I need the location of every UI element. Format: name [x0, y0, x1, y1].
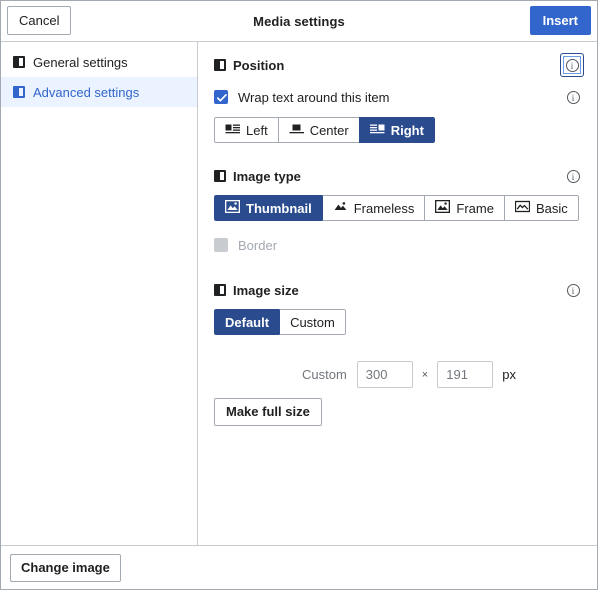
image-type-section-header: Image type i [214, 165, 583, 187]
advanced-settings-panel: Position i Wrap text around this item i [198, 42, 597, 545]
change-image-button[interactable]: Change image [10, 553, 121, 582]
image-size-icon [214, 284, 226, 296]
dialog-body: General settings Advanced settings Posit… [1, 42, 597, 546]
media-settings-dialog: Cancel Media settings Insert General set… [0, 0, 598, 590]
image-size-section: Image size i Default Custom Custom 300 ×… [214, 279, 583, 426]
image-type-option-thumbnail[interactable]: Thumbnail [214, 195, 322, 221]
image-type-info-icon[interactable]: i [563, 166, 583, 186]
image-size-info-icon[interactable]: i [563, 280, 583, 300]
dialog-titlebar: Cancel Media settings Insert [1, 1, 597, 42]
position-option-label: Center [309, 122, 349, 138]
image-size-section-header: Image size i [214, 279, 583, 301]
sidebar-item-advanced-settings[interactable]: Advanced settings [1, 77, 197, 107]
image-type-icon [214, 170, 226, 182]
image-size-option-label: Default [225, 314, 270, 330]
position-button-group: Left Center Right [214, 117, 435, 143]
image-type-option-label: Frame [456, 200, 494, 216]
image-thumbnail-icon [224, 199, 241, 216]
border-checkbox[interactable] [214, 238, 228, 252]
border-label: Border [238, 237, 278, 253]
wrap-text-label: Wrap text around this item [238, 89, 390, 105]
page-settings-icon [13, 56, 25, 68]
sidebar-item-general-settings[interactable]: General settings [1, 47, 197, 77]
size-unit-label: px [502, 367, 516, 382]
position-option-right[interactable]: Right [358, 117, 435, 143]
image-type-button-group: Thumbnail Frameless Frame Basic [214, 195, 579, 221]
custom-size-row: Custom × px [214, 361, 583, 388]
position-section-header: Position i [214, 53, 584, 77]
image-size-option-label: Custom [290, 314, 335, 330]
position-icon [214, 59, 226, 71]
border-row: Border [214, 233, 583, 257]
position-section: Position i Wrap text around this item i [214, 53, 584, 143]
image-frame-icon [435, 199, 451, 216]
wrap-text-info-icon[interactable]: i [563, 87, 583, 107]
position-option-center[interactable]: Center [277, 117, 359, 143]
custom-size-label: Custom [302, 367, 347, 382]
dialog-title: Media settings [253, 13, 345, 29]
image-type-option-label: Basic [535, 200, 568, 216]
image-type-option-frameless[interactable]: Frameless [321, 195, 425, 221]
align-right-icon [369, 123, 385, 138]
make-full-size-button[interactable]: Make full size [214, 398, 322, 426]
image-type-option-label: Thumbnail [246, 200, 312, 216]
image-type-option-label: Frameless [353, 200, 415, 216]
image-type-option-frame[interactable]: Frame [424, 195, 504, 221]
image-type-option-basic[interactable]: Basic [503, 195, 579, 221]
image-size-option-default[interactable]: Default [214, 309, 280, 335]
sidebar-item-label: Advanced settings [33, 84, 140, 100]
image-type-title: Image type [233, 168, 301, 184]
image-basic-icon [514, 200, 531, 216]
wrap-text-checkbox[interactable] [214, 90, 228, 104]
custom-width-input[interactable] [356, 361, 413, 388]
wrap-text-row: Wrap text around this item i [214, 85, 583, 109]
image-size-button-group: Default Custom [214, 309, 346, 335]
cancel-button[interactable]: Cancel [7, 6, 72, 35]
position-option-label: Left [246, 122, 268, 138]
align-center-icon [289, 123, 304, 138]
position-option-label: Right [390, 122, 424, 138]
position-title: Position [233, 57, 285, 73]
image-size-option-custom[interactable]: Custom [279, 309, 346, 335]
dialog-footer: Change image [1, 546, 597, 589]
image-size-title: Image size [233, 282, 299, 298]
image-type-section: Image type i Thumbnail Frameless Frame B… [214, 165, 583, 257]
image-frameless-icon [333, 200, 348, 216]
custom-height-input[interactable] [437, 361, 494, 388]
settings-sidebar: General settings Advanced settings [1, 42, 198, 545]
dimension-separator: × [421, 368, 429, 381]
position-option-left[interactable]: Left [214, 117, 278, 143]
position-info-icon[interactable]: i [560, 53, 584, 77]
sidebar-item-label: General settings [33, 54, 128, 70]
insert-button[interactable]: Insert [529, 6, 591, 35]
align-left-icon [225, 123, 240, 138]
page-settings-icon [13, 86, 25, 98]
